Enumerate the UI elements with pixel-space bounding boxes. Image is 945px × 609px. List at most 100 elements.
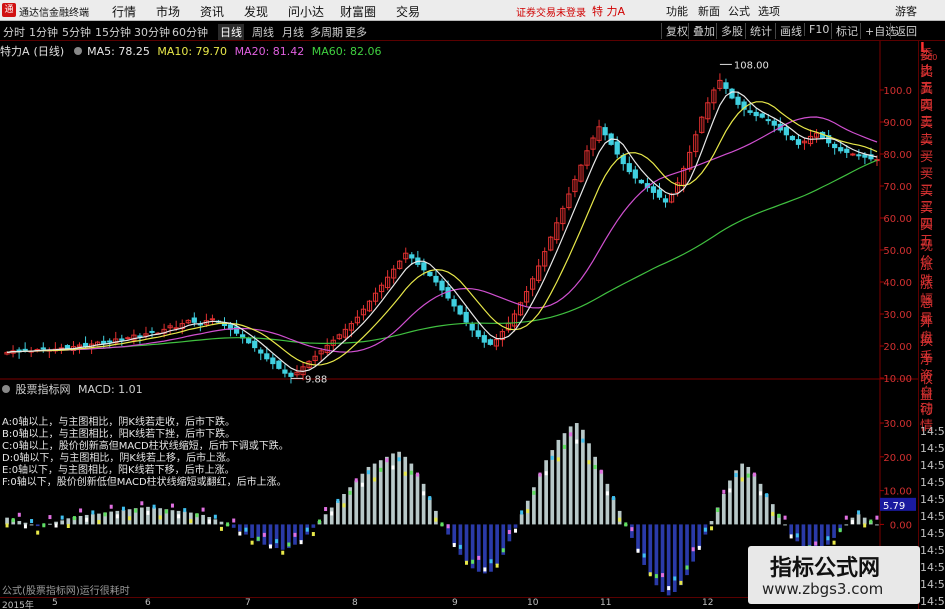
macd-signal-dot: [465, 560, 469, 565]
macd-signal-dot: [409, 470, 413, 475]
macd-bar: [434, 510, 438, 525]
tick-time: 14:5: [920, 510, 945, 523]
macd-signal-dot: [532, 490, 536, 495]
macd-bar: [709, 521, 714, 525]
macd-bar: [391, 453, 395, 525]
macd-signal-dot: [783, 515, 787, 520]
macd-signal-dot: [654, 574, 658, 579]
low-label: 9.88: [305, 374, 327, 385]
macd-bar: [642, 524, 646, 565]
macd-signal-dot: [275, 539, 279, 544]
macd-signal-dot: [556, 457, 560, 462]
macd-bar: [342, 494, 346, 525]
y-tick-label: 10.00: [883, 374, 912, 385]
macd-bar: [170, 510, 175, 525]
candle-body: [421, 262, 427, 271]
macd-bar: [495, 524, 499, 565]
macd-signal-dot: [869, 519, 873, 524]
ma60-line: [6, 159, 878, 353]
macd-signal-dot: [183, 508, 187, 513]
macd-signal-dot: [170, 503, 174, 508]
macd-signal-dot: [838, 528, 842, 533]
candle-body: [765, 119, 771, 122]
macd-signal-dot: [569, 432, 573, 437]
macd-signal-dot: [311, 532, 315, 537]
candle-body: [656, 189, 663, 198]
macd-bar: [519, 514, 524, 525]
macd-signal-dot: [495, 563, 499, 568]
macd-bar: [795, 524, 800, 542]
macd-bar: [697, 524, 702, 549]
candle-body: [856, 154, 862, 157]
indicator-dot-icon[interactable]: [2, 385, 10, 393]
stock-chart[interactable]: 100.090.0080.0070.0060.0050.0040.0030.00…: [0, 0, 918, 609]
macd-bar: [476, 524, 481, 572]
watermark-url: www.zbgs3.com: [762, 580, 884, 598]
macd-signal-dot: [373, 477, 377, 482]
macd-signal-dot: [268, 544, 272, 549]
macd-signal-dot: [11, 518, 15, 523]
candle-body: [258, 349, 264, 354]
macd-bar: [550, 450, 555, 525]
high-label: 108.00: [734, 60, 769, 71]
tick-time: 14:5: [920, 561, 945, 574]
candle-body: [451, 299, 457, 307]
macd-bar: [538, 473, 542, 525]
candle-body: [862, 154, 868, 158]
macd-signal-dot: [379, 467, 383, 472]
candle-body: [850, 153, 856, 156]
macd-bar: [385, 456, 389, 525]
macd-signal-dot: [128, 516, 132, 521]
macd-bar: [544, 460, 548, 525]
macd-signal-dot: [544, 471, 548, 476]
macd-signal-dot: [857, 510, 861, 515]
candle-body: [632, 169, 638, 179]
macd-signal-dot: [844, 515, 848, 520]
macd-signal-dot: [134, 508, 138, 513]
macd-bar: [403, 456, 408, 525]
macd-signal-dot: [360, 482, 364, 487]
macd-signal-dot: [850, 520, 854, 525]
macd-bar: [758, 483, 763, 525]
macd-signal-dot: [501, 548, 505, 553]
indicator-name[interactable]: 股票指标网: [16, 383, 71, 396]
formula-footer: 公式(股票指标网)运行很耗时: [2, 586, 130, 597]
macd-bar: [323, 514, 328, 525]
macd-signal-dot: [728, 488, 732, 493]
macd-bar: [139, 507, 144, 525]
macd-bar: [611, 497, 616, 525]
y-tick-label: 40.00: [883, 278, 912, 289]
macd-bar: [826, 524, 830, 545]
watermark-title: 指标公式网: [770, 556, 881, 581]
candle-body: [747, 110, 753, 113]
tick-time: 14:5: [920, 425, 945, 438]
candle-body: [282, 369, 288, 374]
macd-bar: [617, 510, 622, 525]
macd-signal-dot: [703, 527, 707, 532]
macd-signal-dot: [48, 515, 52, 520]
date-label: 12: [702, 598, 714, 608]
macd-signal-dot: [593, 464, 597, 469]
macd-legend: 股票指标网 MACD: 1.01: [2, 381, 143, 397]
macd-signal-dot: [679, 580, 683, 585]
macd-bar: [832, 524, 836, 538]
y-tick-label: 30.00: [883, 310, 912, 321]
candle-body: [439, 280, 445, 291]
macd-signal-dot: [42, 523, 46, 528]
candle-body: [246, 337, 252, 344]
macd-bar: [875, 524, 879, 526]
macd-signal-dot: [507, 530, 511, 535]
candle-body: [276, 360, 282, 369]
macd-signal-dot: [238, 531, 242, 536]
macd-bar: [740, 463, 745, 525]
macd-bar: [568, 426, 573, 525]
candle-body: [832, 143, 838, 149]
macd-bar: [666, 524, 671, 596]
macd-signal-dot: [293, 532, 297, 537]
candle-body: [759, 113, 765, 118]
candle-body: [191, 317, 197, 323]
macd-signal-dot: [636, 548, 640, 553]
macd-bar: [366, 466, 371, 525]
macd-signal-dot: [759, 491, 763, 496]
macd-bar: [752, 473, 757, 525]
